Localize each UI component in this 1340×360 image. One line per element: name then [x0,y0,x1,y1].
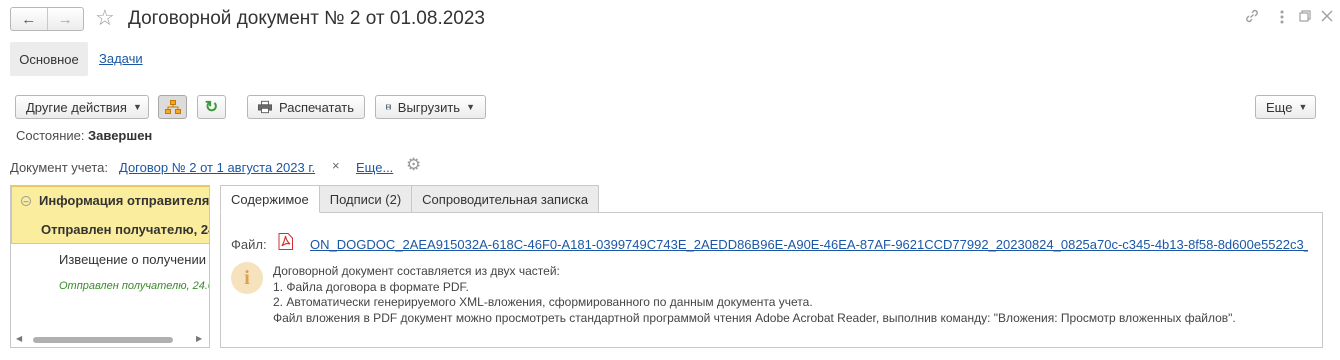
back-button[interactable]: ← [11,8,48,30]
tab-cover-note[interactable]: Сопроводительная записка [412,185,600,213]
tree-item[interactable]: – Информация отправителя [21,193,209,208]
scroll-right-icon[interactable]: ▶ [196,334,202,343]
more-vert-icon[interactable] [1274,8,1290,32]
document-more-link[interactable]: Еще... [356,160,393,175]
tree-item[interactable]: Извещение о получении [59,252,206,267]
tab-content[interactable]: Содержимое [220,185,320,213]
tree-item-label: Информация отправителя [39,193,210,208]
print-label: Распечатать [278,99,354,115]
chevron-down-icon: ▼ [466,102,475,112]
pdf-icon [278,233,293,250]
info-icon: i [231,262,263,294]
arrow-left-icon: ← [21,10,37,28]
navigation-buttons: ← → [10,7,84,31]
printer-icon [258,100,272,114]
export-button[interactable]: Выгрузить ▼ [375,95,486,119]
tab-signatures[interactable]: Подписи (2) [319,185,413,213]
more-button[interactable]: Еще ▼ [1255,95,1316,119]
structure-button[interactable] [158,95,187,119]
close-icon[interactable] [1320,8,1334,30]
content-tabs: Содержимое Подписи (2) Сопроводительная … [220,185,600,213]
tree-item-status: Отправлен получателю, 24.08.2023 [59,280,209,292]
tab-main[interactable]: Основное [10,42,88,76]
info-note: Договорной документ составляется из двух… [273,264,1236,326]
restore-icon[interactable] [1297,8,1313,30]
status-label: Состояние: [16,128,85,143]
export-label: Выгрузить [397,99,461,115]
save-icon [386,104,391,110]
message-tree: – Информация отправителя Отправлен получа… [10,185,210,348]
print-button[interactable]: Распечатать [247,95,365,119]
refresh-icon: ↻ [204,99,219,116]
link-icon[interactable] [1244,8,1260,30]
other-actions-label: Другие действия [26,99,127,115]
tree-item[interactable]: Отправлен получателю, 24.08.2023 [41,222,209,237]
hierarchy-icon [164,100,181,114]
chevron-down-icon: ▼ [132,102,142,112]
tab-tasks[interactable]: Задачи [99,51,143,66]
star-icon[interactable]: ☆ [95,6,115,30]
document-link[interactable]: Договор № 2 от 1 августа 2023 г. [119,160,315,175]
more-label: Еще [1266,99,1293,115]
note-line: 2. Автоматически генерируемого XML-вложе… [273,295,813,310]
window-title: Договорной документ № 2 от 01.08.2023 [128,8,485,29]
collapse-icon[interactable]: – [21,196,31,206]
forward-button[interactable]: → [48,8,84,30]
file-label: Файл: [231,237,267,252]
other-actions-button[interactable]: Другие действия ▼ [15,95,149,119]
gear-icon[interactable]: ⚙ [406,155,421,175]
scrollbar-thumb[interactable] [33,337,173,343]
horizontal-scrollbar[interactable]: ◀ ▶ [11,332,209,347]
scroll-left-icon[interactable]: ◀ [16,334,22,343]
refresh-button[interactable]: ↻ [197,95,226,119]
chevron-down-icon: ▼ [1298,102,1308,112]
note-line: Договорной документ составляется из двух… [273,264,560,278]
clear-document-button[interactable]: × [332,158,340,173]
file-link[interactable]: ON_DOGDOC_2AEA915032A-618C-46F0-A181-039… [310,237,1308,252]
note-line: Файл вложения в PDF документ можно просм… [273,310,1236,325]
note-line: 1. Файла договора в формате PDF. [273,279,469,294]
document-label: Документ учета: [10,160,109,175]
arrow-right-icon: → [57,10,73,28]
status-value: Завершен [88,128,153,143]
